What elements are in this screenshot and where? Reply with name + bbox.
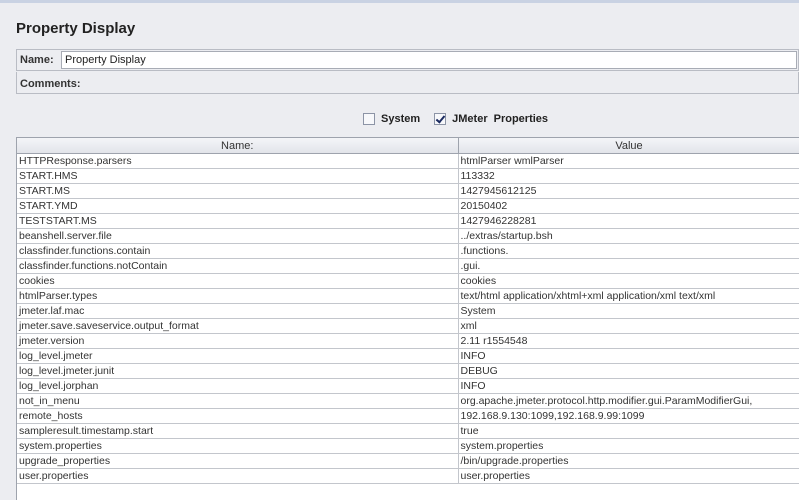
table-row[interactable]: sampleresult.timestamp.start true xyxy=(17,423,799,439)
property-name-cell[interactable]: START.YMD xyxy=(17,198,459,214)
property-name-cell[interactable]: log_level.jmeter xyxy=(17,348,459,364)
property-name-cell[interactable]: jmeter.save.saveservice.output_format xyxy=(17,318,459,334)
jmeter-checkbox[interactable] xyxy=(434,113,447,125)
property-name-cell[interactable]: HTTPResponse.parsers xyxy=(17,153,459,169)
table-row[interactable]: jmeter.save.saveservice.output_format xml xyxy=(17,318,799,334)
property-value-cell[interactable]: .functions. xyxy=(458,243,799,259)
table-row[interactable]: log_level.jorphan INFO xyxy=(17,378,799,394)
table-row[interactable]: START.MS 1427945612125 xyxy=(17,183,799,199)
property-name-cell[interactable]: jmeter.version xyxy=(17,333,459,349)
table-row[interactable]: htmlParser.types text/html application/xh… xyxy=(17,288,799,304)
table-row[interactable]: log_level.jmeter.junit DEBUG xyxy=(17,363,799,379)
table-row[interactable]: cookies cookies xyxy=(17,273,799,289)
table-row[interactable]: system.properties system.properties xyxy=(17,438,799,454)
panel-title: Property Display xyxy=(16,20,136,37)
properties-table: Name: Value HTTPResponse.parsers htmlPars… xyxy=(16,137,799,500)
column-header-value[interactable]: Value xyxy=(458,138,799,154)
table-row[interactable]: upgrade_properties/bin/upgrade.propertie… xyxy=(17,453,799,469)
property-value-cell[interactable]: user.properties xyxy=(458,468,799,484)
property-value-cell[interactable]: 2.11 r1554548 xyxy=(458,333,799,349)
table-row[interactable]: START.HMS 113332 xyxy=(17,168,799,184)
property-name-cell[interactable]: log_level.jmeter.junit xyxy=(17,363,459,379)
property-name-cell[interactable]: upgrade_properties xyxy=(17,453,459,469)
comments-row[interactable]: Comments: xyxy=(16,72,799,94)
property-name-cell[interactable]: system.properties xyxy=(17,438,459,454)
property-name-cell[interactable]: classfinder.functions.contain xyxy=(17,243,459,259)
property-value-cell[interactable]: ../extras/startup.bsh xyxy=(458,228,799,244)
property-name-cell[interactable]: beanshell.server.file xyxy=(17,228,459,244)
property-value-cell[interactable]: INFO xyxy=(458,348,799,364)
property-value-cell[interactable]: System xyxy=(458,303,799,319)
properties-label: Properties xyxy=(493,113,549,125)
column-header-name[interactable]: Name: xyxy=(17,138,459,154)
property-name-cell[interactable]: jmeter.laf.mac xyxy=(17,303,459,319)
table-row[interactable]: user.properties user.properties xyxy=(17,468,799,484)
table-row[interactable]: beanshell.server.file ../extras/startup.b… xyxy=(17,228,799,244)
property-name-cell[interactable]: cookies xyxy=(17,273,459,289)
property-name-cell[interactable]: log_level.jorphan xyxy=(17,378,459,394)
property-value-cell[interactable]: cookies xyxy=(458,273,799,289)
property-name-cell[interactable]: TESTSTART.MS xyxy=(17,213,459,229)
property-value-cell[interactable]: /bin/upgrade.properties xyxy=(458,453,799,469)
property-name-cell[interactable]: START.HMS xyxy=(17,168,459,184)
table-row[interactable]: classfinder.functions.contain .functions. xyxy=(17,243,799,259)
name-label: Name: xyxy=(20,54,54,66)
table-row[interactable]: HTTPResponse.parsers htmlParser wmlParser xyxy=(17,153,799,169)
name-input[interactable] xyxy=(61,51,797,69)
table-row[interactable]: jmeter.laf.mac System xyxy=(17,303,799,319)
property-value-cell[interactable]: INFO xyxy=(458,378,799,394)
table-row[interactable]: TESTSTART.MS 1427946228281 xyxy=(17,213,799,229)
property-value-cell[interactable]: 1427945612125 xyxy=(458,183,799,199)
property-value-cell[interactable]: xml xyxy=(458,318,799,334)
property-name-cell[interactable]: START.MS xyxy=(17,183,459,199)
table-row[interactable]: remote_hosts 192.168.9.130:1099,192.168.9… xyxy=(17,408,799,424)
property-name-cell[interactable]: htmlParser.types xyxy=(17,288,459,304)
property-value-cell[interactable]: 1427946228281 xyxy=(458,213,799,229)
table-row[interactable]: START.YMD 20150402 xyxy=(17,198,799,214)
window-top-border xyxy=(0,0,799,3)
property-value-cell[interactable]: 113332 xyxy=(458,168,799,184)
property-value-cell[interactable]: 20150402 xyxy=(458,198,799,214)
property-value-cell[interactable]: true xyxy=(458,423,799,439)
table-row[interactable]: not_in_menu org.apache.jmeter.protocol.ht… xyxy=(17,393,799,409)
property-value-cell[interactable]: text/html application/xhtml+xml applicat… xyxy=(458,288,799,304)
property-name-cell[interactable]: not_in_menu xyxy=(17,393,459,409)
system-checkbox[interactable] xyxy=(363,113,375,125)
property-value-cell[interactable]: 192.168.9.130:1099,192.168.9.99:1099 xyxy=(458,408,799,424)
property-value-cell[interactable]: .gui. xyxy=(458,258,799,274)
comments-label: Comments: xyxy=(20,78,81,90)
jmeter-checkbox-label[interactable]: JMeter xyxy=(452,113,487,125)
property-value-cell[interactable]: DEBUG xyxy=(458,363,799,379)
property-name-cell[interactable]: user.properties xyxy=(17,468,459,484)
property-value-cell[interactable]: htmlParser wmlParser xyxy=(458,153,799,169)
property-options: System JMeter Properties xyxy=(363,111,548,127)
table-header-row: Name: Value xyxy=(17,138,799,154)
table-row[interactable]: classfinder.functions.notContain .gui. xyxy=(17,258,799,274)
name-row: Name: xyxy=(16,49,799,71)
property-name-cell[interactable]: classfinder.functions.notContain xyxy=(17,258,459,274)
property-value-cell[interactable]: system.properties xyxy=(458,438,799,454)
table-row[interactable]: jmeter.version 2.11 r1554548 xyxy=(17,333,799,349)
property-name-cell[interactable]: remote_hosts xyxy=(17,408,459,424)
system-checkbox-label[interactable]: System xyxy=(381,113,420,125)
table-row[interactable]: log_level.jmeter INFO xyxy=(17,348,799,364)
property-value-cell[interactable]: org.apache.jmeter.protocol.http.modifier… xyxy=(458,393,799,409)
property-name-cell[interactable]: sampleresult.timestamp.start xyxy=(17,423,459,439)
